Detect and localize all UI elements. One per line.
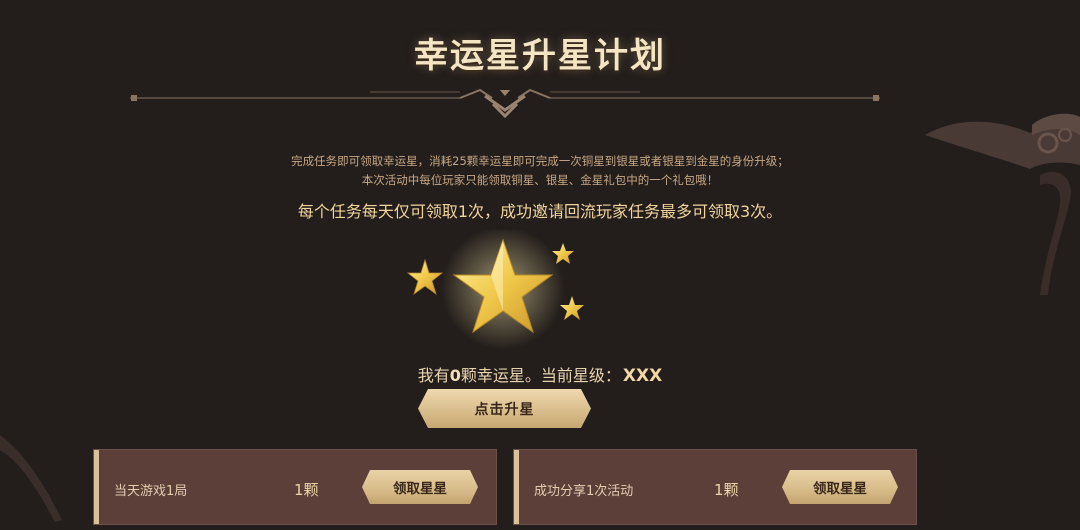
star-count: 0 <box>449 366 461 385</box>
divider-ornament-icon <box>130 88 880 119</box>
claim-star-button[interactable]: 领取星星 <box>362 470 478 504</box>
lucky-stars-image <box>406 230 584 350</box>
claim-star-button[interactable]: 领取星星 <box>782 470 898 504</box>
task-name: 当天游戏1局 <box>114 484 188 499</box>
task-name: 成功分享1次活动 <box>534 484 634 499</box>
star-icon <box>406 258 444 296</box>
description-line-1: 完成任务即可领取幸运星，消耗25颗幸运星即可完成一次铜星到银星或者银星到金星的身… <box>291 154 789 168</box>
page-title: 幸运星升星计划 <box>414 36 666 76</box>
task-card: 当天游戏1局 1颗 领取星星 <box>93 449 497 525</box>
swirl-ornament-icon <box>0 435 62 522</box>
status-suffix: 颗幸运星。当前星级： <box>460 366 621 385</box>
status-prefix: 我有 <box>417 366 450 385</box>
task-reward: 1颗 <box>714 481 739 499</box>
notice-text: 每个任务每天仅可领取1次，成功邀请回流玩家任务最多可领取3次。 <box>297 202 783 221</box>
star-level: XXX <box>622 366 663 386</box>
task-reward: 1颗 <box>294 481 319 499</box>
description-line-2: 本次活动中每位玩家只能领取铜星、银星、金星礼包中的一个礼包哦！ <box>361 173 719 187</box>
upgrade-button[interactable]: 点击升星 <box>418 389 591 428</box>
task-card: 成功分享1次活动 1颗 领取星星 <box>513 449 917 525</box>
star-status: 我有0颗幸运星。当前星级： XXX <box>0 362 1080 386</box>
